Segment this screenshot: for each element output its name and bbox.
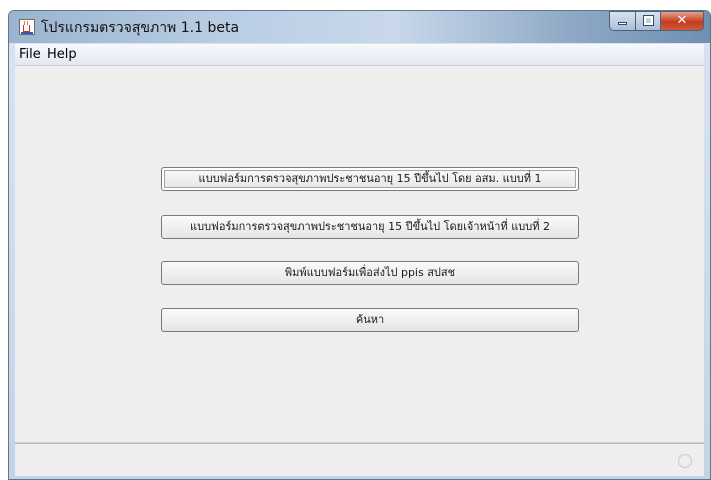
form-type2-officer-button[interactable]: แบบฟอร์มการตรวจสุขภาพประชาชนอายุ 15 ปีขึ… (161, 215, 579, 239)
print-form-ppis-button[interactable]: พิมพ์แบบฟอร์มเพื่อส่งไป ppis สปสช (161, 261, 579, 285)
close-icon: ✕ (676, 13, 688, 28)
window-title: โปรแกรมตรวจสุขภาพ 1.1 beta (41, 20, 240, 36)
status-bar (15, 443, 704, 476)
java-cup-body (23, 25, 30, 32)
menu-file[interactable]: File (19, 47, 41, 62)
app-window: โปรแกรมตรวจสุขภาพ 1.1 beta ✕ File Help แ… (8, 10, 711, 480)
search-button[interactable]: ค้นหา (161, 308, 579, 332)
menu-help[interactable]: Help (47, 47, 77, 62)
maximize-icon (643, 15, 654, 26)
menu-bar: File Help (15, 44, 704, 66)
minimize-button[interactable] (609, 11, 636, 31)
main-panel: แบบฟอร์มการตรวจสุขภาพประชาชนอายุ 15 ปีขึ… (15, 66, 704, 442)
maximize-button[interactable] (635, 11, 661, 31)
busy-indicator-icon (678, 454, 692, 468)
java-cup-saucer (21, 32, 33, 34)
form-type1-volunteer-button[interactable]: แบบฟอร์มการตรวจสุขภาพประชาชนอายุ 15 ปีขึ… (161, 167, 579, 191)
title-bar[interactable]: โปรแกรมตรวจสุขภาพ 1.1 beta ✕ (9, 11, 710, 43)
minimize-icon (618, 22, 627, 25)
close-button[interactable]: ✕ (660, 11, 704, 31)
java-cup-icon[interactable] (19, 19, 35, 35)
